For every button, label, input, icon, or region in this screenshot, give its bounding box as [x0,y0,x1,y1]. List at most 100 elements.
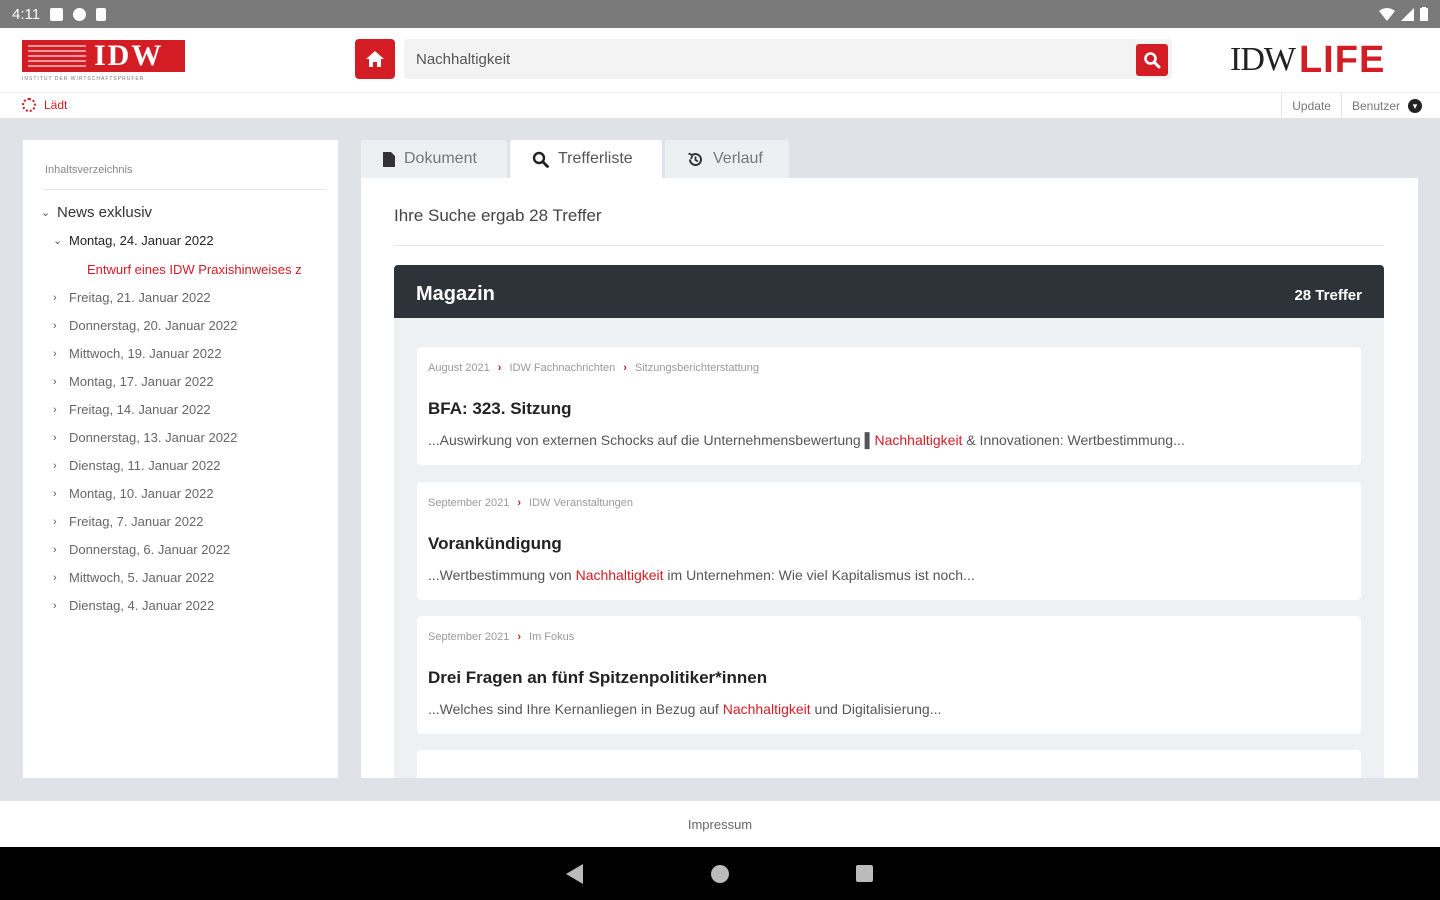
result-summary: Ihre Suche ergab 28 Treffer [394,206,602,225]
toc-day-item[interactable]: › Mittwoch, 19. Januar 2022 [53,346,221,361]
toc-day-item[interactable]: › Dienstag, 4. Januar 2022 [53,598,214,613]
status-time: 4:11 [12,5,41,23]
toc-day-item[interactable]: › Freitag, 7. Januar 2022 [53,514,203,529]
toc-day-item[interactable]: › Freitag, 21. Januar 2022 [53,290,211,305]
snippet-text: ...Welches sind Ihre Kernanliegen in Bez… [428,701,723,717]
tab-document[interactable]: Dokument [361,140,507,178]
chevron-right-icon[interactable]: › [53,320,69,332]
search-highlight: Nachhaltigkeit [575,567,664,583]
result-title[interactable]: BFA: 323. Sitzung [428,399,572,419]
toc-root-label: News exklusiv [57,204,153,221]
chevron-right-icon[interactable]: › [53,488,69,500]
chevron-down-icon[interactable]: ▾ [1408,99,1422,113]
breadcrumb-item[interactable]: September 2021 [428,631,509,643]
snippet-text: und Digitalisierung... [810,701,942,717]
life-logo-life: LIFE [1298,38,1386,81]
user-menu-button[interactable]: Benutzer [1352,99,1400,113]
tab-label: Dokument [404,150,477,167]
update-button[interactable]: Update [1292,99,1331,113]
toc-day-label: Freitag, 21. Januar 2022 [69,290,211,305]
toc-day-item[interactable]: › Mittwoch, 5. Januar 2022 [53,570,214,585]
search-input[interactable] [404,39,1124,79]
chevron-right-icon[interactable]: › [53,572,69,584]
breadcrumb: September 2021 › IDW Veranstaltungen [428,497,633,509]
chevron-right-icon[interactable]: › [53,404,69,416]
breadcrumb-item[interactable]: September 2021 [428,497,509,509]
tab-history[interactable]: Verlauf [665,140,789,178]
breadcrumb-item[interactable]: Sitzungsberichterstattung [635,362,759,374]
divider [1340,93,1342,119]
search-field [404,39,1172,79]
logo-subtitle: INSTITUT DER WIRTSCHAFTSPRÜFER [22,76,145,82]
chevron-right-icon[interactable]: › [53,600,69,612]
chevron-down-icon[interactable]: ⌄ [53,234,69,247]
result-card[interactable]: September 2021 › Im Fokus Drei Fragen an… [417,616,1361,734]
back-icon[interactable] [566,864,583,884]
divider [394,245,1384,246]
status-bar: 4:11 [0,0,1440,28]
toc-day-item[interactable]: › Dienstag, 11. Januar 2022 [53,458,221,473]
recent-apps-icon[interactable] [856,865,873,882]
app-notification-icon [73,7,87,21]
toc-day-item[interactable]: ⌄ Montag, 24. Januar 2022 [53,233,214,248]
search-highlight: Nachhaltigkeit [722,701,811,717]
result-title[interactable]: Vorankündigung [428,534,562,554]
home-button[interactable] [355,39,395,79]
toc-day-label: Montag, 24. Januar 2022 [69,233,214,248]
breadcrumb-item[interactable]: Im Fokus [529,631,574,643]
idw-life-logo: IDW LIFE [1230,38,1386,81]
toc-day-item[interactable]: › Montag, 10. Januar 2022 [53,486,214,501]
result-card[interactable]: September 2021 › IDW Veranstaltungen Vor… [417,482,1361,600]
chevron-right-icon[interactable]: › [53,432,69,444]
page-footer: Impressum [0,801,1440,847]
toc-day-label: Mittwoch, 19. Januar 2022 [69,346,222,361]
chevron-right-icon: › [517,631,522,643]
toc-day-item[interactable]: › Freitag, 14. Januar 2022 [53,402,211,417]
snippet-text: im Unternehmen: Wie viel Kapitalismus is… [663,567,975,583]
chevron-down-icon[interactable]: ⌄ [41,206,57,219]
chevron-right-icon[interactable]: › [53,460,69,472]
section-header[interactable]: Magazin 28 Treffer [394,265,1384,318]
notification-icon [50,7,64,21]
chevron-right-icon[interactable]: › [53,292,69,304]
snippet-text: ...Auswirkung von externen Schocks auf d… [428,432,875,448]
search-icon [1144,52,1161,69]
toc-root-item[interactable]: ⌄ News exklusiv [41,204,152,221]
result-card[interactable]: August 2021 › IDW Fachnachrichten › Sitz… [417,347,1361,465]
result-title[interactable]: Drei Fragen an fünf Spitzenpolitiker*inn… [428,668,767,688]
home-circle-icon[interactable] [711,865,729,883]
toc-day-label: Montag, 10. Januar 2022 [69,486,214,501]
chevron-right-icon[interactable]: › [53,544,69,556]
search-button[interactable] [1136,44,1168,76]
idw-logo[interactable]: IDW INSTITUT DER WIRTSCHAFTSPRÜFER [22,39,187,86]
chevron-right-icon[interactable]: › [53,376,69,388]
toc-day-item[interactable]: › Donnerstag, 13. Januar 2022 [53,430,237,445]
history-icon [688,152,702,166]
imprint-link[interactable]: Impressum [688,817,752,832]
battery-icon [1420,7,1428,21]
home-icon [366,51,384,67]
loading-indicator: Lädt [22,98,67,112]
breadcrumb-item[interactable]: August 2021 [428,362,490,374]
toc-document-link[interactable]: Entwurf eines IDW Praxishinweises z [87,262,337,277]
toc-title: Inhaltsverzeichnis [45,164,133,176]
chevron-right-icon: › [497,362,502,374]
toc-day-label: Donnerstag, 13. Januar 2022 [69,430,238,445]
chevron-right-icon[interactable]: › [53,516,69,528]
logo-wordmark: IDW [94,39,164,72]
results-panel: Ihre Suche ergab 28 Treffer Magazin 28 T… [361,178,1418,778]
breadcrumb-item[interactable]: IDW Veranstaltungen [529,497,633,509]
toc-day-item[interactable]: › Donnerstag, 20. Januar 2022 [53,318,237,333]
result-card[interactable] [417,750,1361,778]
tab-label: Verlauf [713,150,763,167]
toc-day-label: Donnerstag, 20. Januar 2022 [69,318,238,333]
toc-day-item[interactable]: › Montag, 17. Januar 2022 [53,374,214,389]
breadcrumb-item[interactable]: IDW Fachnachrichten [509,362,615,374]
signal-icon [1401,7,1414,21]
search-icon [532,151,549,168]
toc-day-item[interactable]: › Donnerstag, 6. Januar 2022 [53,542,230,557]
breadcrumb: August 2021 › IDW Fachnachrichten › Sitz… [428,362,759,374]
toc-day-label: Mittwoch, 5. Januar 2022 [69,570,215,585]
chevron-right-icon[interactable]: › [53,348,69,360]
tab-results[interactable]: Trefferliste [510,140,662,178]
